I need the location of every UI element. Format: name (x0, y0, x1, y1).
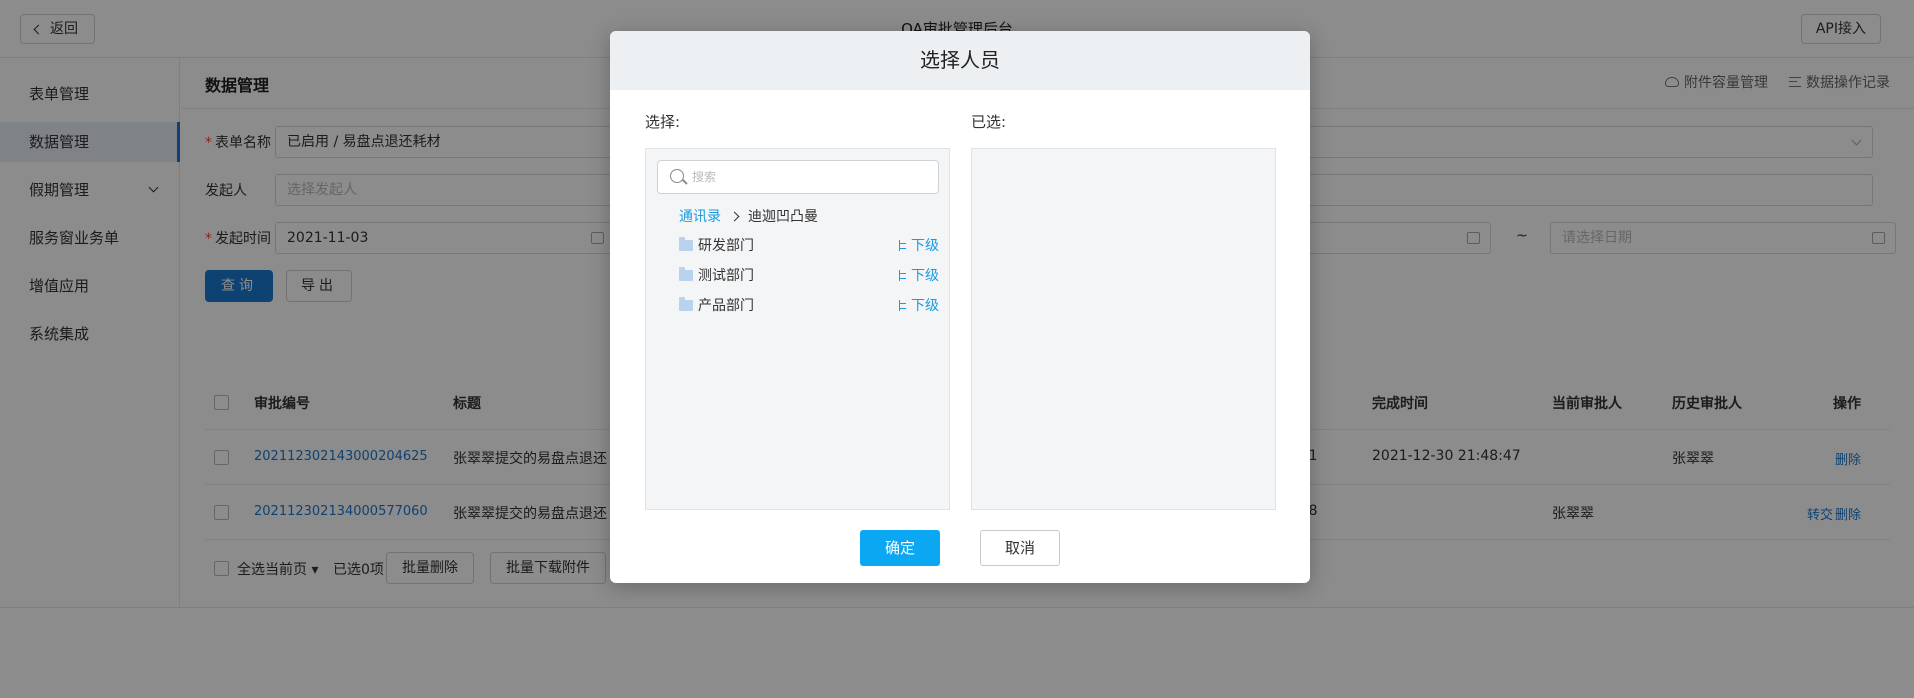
search-icon (670, 169, 684, 183)
subordinate-link[interactable]: 下级 (899, 235, 939, 255)
selected-label: 已选: (971, 113, 1007, 131)
department-item[interactable]: 研发部门 下级 (679, 233, 939, 257)
dialog-title: 选择人员 (610, 31, 1310, 90)
folder-icon (679, 296, 693, 311)
search-input[interactable] (692, 167, 922, 187)
confirm-button[interactable]: 确定 (860, 530, 940, 566)
subordinate-link[interactable]: 下级 (899, 265, 939, 285)
select-person-dialog: 选择人员 选择: 已选: 通讯录 迪迦凹凸曼 研发部门 下级 (610, 31, 1310, 583)
selected-panel (971, 148, 1276, 510)
hierarchy-icon (899, 239, 909, 251)
breadcrumb-contacts[interactable]: 通讯录 (679, 206, 721, 226)
department-name: 研发部门 (698, 238, 754, 254)
department-name: 测试部门 (698, 268, 754, 284)
hierarchy-icon (899, 269, 909, 281)
folder-icon (679, 236, 693, 251)
search-box[interactable] (657, 160, 939, 194)
department-item[interactable]: 产品部门 下级 (679, 293, 939, 317)
select-panel: 通讯录 迪迦凹凸曼 研发部门 下级 测试部门 下级 (645, 148, 950, 510)
folder-icon (679, 266, 693, 281)
chevron-right-icon (729, 211, 740, 221)
subordinate-link[interactable]: 下级 (899, 295, 939, 315)
breadcrumb: 通讯录 迪迦凹凸曼 (679, 206, 818, 226)
page: 返回 OA审批管理后台 API接入 表单管理 数据管理 假期管理 服务窗业务单 … (0, 0, 1914, 698)
department-name: 产品部门 (698, 298, 754, 314)
select-label: 选择: (645, 113, 681, 131)
cancel-button[interactable]: 取消 (980, 530, 1060, 566)
breadcrumb-current: 迪迦凹凸曼 (748, 209, 818, 225)
hierarchy-icon (899, 299, 909, 311)
department-item[interactable]: 测试部门 下级 (679, 263, 939, 287)
